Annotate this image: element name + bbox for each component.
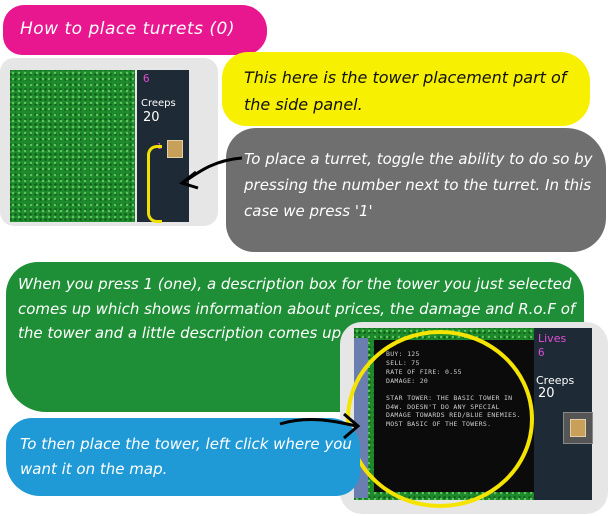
star-tower-icon — [570, 419, 586, 437]
arrow-icon — [279, 412, 361, 440]
selected-tower-slot[interactable] — [563, 412, 593, 444]
arrow-icon — [178, 156, 243, 190]
grey-note: To place a turret, toggle the ability to… — [244, 150, 593, 220]
top-number: 6 — [143, 72, 150, 85]
yellow-note: This here is the tower placement part of… — [244, 68, 567, 114]
yellow-bracket — [147, 145, 162, 223]
lives-label: Lives — [538, 332, 567, 345]
lives-value: 6 — [538, 346, 545, 359]
creeps-label: Creeps — [141, 98, 176, 109]
page-title: How to place turrets (0) — [20, 19, 235, 39]
creeps-value: 20 — [143, 110, 160, 125]
yellow-highlight-circle — [346, 330, 534, 508]
creeps-value-large: 20 — [538, 386, 555, 401]
game-map-grass[interactable] — [10, 70, 135, 222]
